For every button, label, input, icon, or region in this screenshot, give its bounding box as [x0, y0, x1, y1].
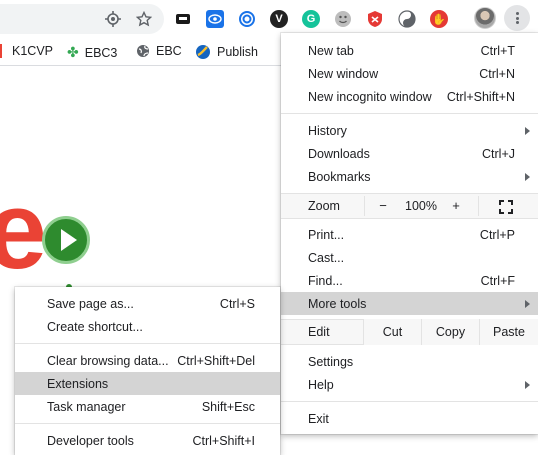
submenu-item-extensions[interactable]: Extensions	[15, 372, 280, 395]
menu-item-help[interactable]: Help	[281, 373, 538, 396]
submenu-item-developer-tools[interactable]: Developer tools Ctrl+Shift+I	[15, 429, 280, 452]
publish-icon	[196, 45, 210, 59]
copy-button[interactable]: Copy	[421, 319, 479, 345]
chrome-menu-button[interactable]	[504, 5, 530, 31]
menu-item-history[interactable]: History	[281, 119, 538, 142]
shield-extension-icon[interactable]	[364, 8, 386, 30]
bookmark-k1cvp[interactable]: K1CVP	[0, 44, 53, 58]
menu-divider	[364, 196, 365, 216]
menu-item-exit[interactable]: Exit	[281, 407, 538, 430]
submenu-arrow-icon	[525, 299, 530, 308]
bookmark-ebc3[interactable]: ✤ EBC3	[67, 44, 117, 61]
grammarly-extension-icon[interactable]: G	[300, 8, 322, 30]
fullscreen-icon[interactable]	[499, 200, 513, 214]
eye-extension-icon[interactable]	[204, 8, 226, 30]
location-target-icon[interactable]	[102, 8, 124, 30]
chrome-main-menu: New tab Ctrl+T New window Ctrl+N New inc…	[281, 33, 538, 434]
zoom-in-button[interactable]: +	[446, 198, 466, 213]
menu-item-downloads[interactable]: Downloads Ctrl+J	[281, 142, 538, 165]
play-button[interactable]	[42, 216, 90, 264]
cut-button[interactable]: Cut	[363, 319, 421, 345]
menu-item-cast[interactable]: Cast...	[281, 246, 538, 269]
avatar[interactable]	[474, 7, 496, 29]
menu-item-find[interactable]: Find... Ctrl+F	[281, 269, 538, 292]
red-hand-extension-icon[interactable]: ✋	[428, 8, 450, 30]
submenu-arrow-icon	[525, 126, 530, 135]
v-extension-icon[interactable]: V	[268, 8, 290, 30]
submenu-item-task-manager[interactable]: Task manager Shift+Esc	[15, 395, 280, 418]
bookmark-ebc[interactable]: EBC	[136, 44, 182, 58]
dark-extension-icon[interactable]	[172, 8, 194, 30]
menu-item-more-tools[interactable]: More tools	[281, 292, 538, 315]
k1cvp-icon	[0, 44, 6, 58]
submenu-item-clear-browsing-data[interactable]: Clear browsing data... Ctrl+Shift+Del	[15, 349, 280, 372]
zoom-out-button[interactable]: −	[373, 198, 393, 213]
submenu-item-save-page[interactable]: Save page as... Ctrl+S	[15, 292, 280, 315]
globe-icon	[137, 45, 149, 57]
menu-item-print[interactable]: Print... Ctrl+P	[281, 223, 538, 246]
menu-separator	[281, 113, 538, 114]
kebab-icon	[515, 11, 519, 26]
menu-item-new-incognito[interactable]: New incognito window Ctrl+Shift+N	[281, 85, 538, 108]
smiley-extension-icon[interactable]	[332, 8, 354, 30]
menu-item-new-tab[interactable]: New tab Ctrl+T	[281, 39, 538, 62]
menu-edit-row: Edit Cut Copy Paste	[281, 319, 538, 345]
menu-item-bookmarks[interactable]: Bookmarks	[281, 165, 538, 188]
menu-zoom-row: Zoom − 100% +	[281, 193, 538, 219]
menu-item-new-window[interactable]: New window Ctrl+N	[281, 62, 538, 85]
menu-separator	[281, 401, 538, 402]
paste-button[interactable]: Paste	[479, 319, 538, 345]
clover-icon: ✤	[67, 44, 79, 60]
yinyang-extension-icon[interactable]	[396, 8, 418, 30]
submenu-item-create-shortcut[interactable]: Create shortcut...	[15, 315, 280, 338]
menu-divider	[478, 196, 479, 216]
menu-item-settings[interactable]: Settings	[281, 350, 538, 373]
submenu-arrow-icon	[525, 172, 530, 181]
spiral-extension-icon[interactable]	[236, 8, 258, 30]
bookmark-publish[interactable]: Publish	[195, 44, 258, 60]
submenu-arrow-icon	[525, 380, 530, 389]
more-tools-submenu: Save page as... Ctrl+S Create shortcut..…	[15, 287, 280, 455]
bookmark-star-icon[interactable]	[133, 8, 155, 30]
page-logo-letter: e	[0, 169, 48, 292]
menu-separator	[15, 343, 280, 344]
menu-separator	[15, 423, 280, 424]
zoom-level: 100%	[405, 199, 437, 213]
